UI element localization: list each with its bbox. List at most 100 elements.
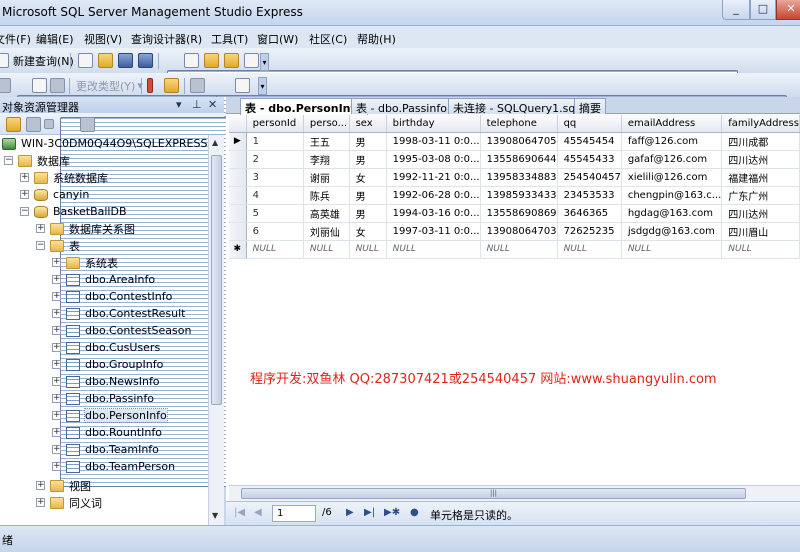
- expand-icon[interactable]: +: [52, 394, 61, 403]
- tree-node-tables[interactable]: − 表: [36, 237, 80, 254]
- pin-icon[interactable]: ⊥: [192, 98, 202, 111]
- table-cell[interactable]: 谢丽: [303, 168, 350, 187]
- show-results-pane-button[interactable]: [50, 77, 65, 94]
- table-cell[interactable]: 李翔: [303, 150, 350, 169]
- null-cell[interactable]: NULL: [721, 240, 800, 259]
- expand-icon[interactable]: +: [52, 343, 61, 352]
- null-cell[interactable]: NULL: [246, 240, 304, 259]
- expand-icon[interactable]: +: [52, 428, 61, 437]
- collapse-icon[interactable]: −: [36, 241, 45, 250]
- tree-node-table[interactable]: + dbo.TeamPerson: [52, 458, 175, 475]
- expand-icon[interactable]: +: [20, 190, 29, 199]
- column-header[interactable]: familyAddress: [721, 115, 800, 133]
- toolbar-overflow-button[interactable]: ▾: [258, 77, 267, 95]
- table-cell[interactable]: chengpin@163.c...: [621, 186, 723, 205]
- tree-node-views[interactable]: + 视图: [36, 477, 91, 494]
- table-cell[interactable]: 72625235: [557, 222, 622, 241]
- null-cell[interactable]: NULL: [386, 240, 481, 259]
- tree-node-table[interactable]: + dbo.GroupInfo: [52, 356, 163, 373]
- row-header[interactable]: [229, 150, 247, 169]
- scroll-down-icon[interactable]: ▼: [212, 511, 218, 520]
- tree-node-db-basketball[interactable]: − BasketBallDB: [20, 203, 127, 220]
- grid-horizontal-scrollbar[interactable]: |||: [229, 485, 800, 501]
- corner-cell[interactable]: [229, 115, 247, 133]
- table-cell[interactable]: 陈兵: [303, 186, 350, 205]
- table-cell[interactable]: 13558690644: [480, 150, 558, 169]
- column-header[interactable]: qq: [557, 115, 622, 133]
- table-cell[interactable]: 男: [349, 150, 387, 169]
- collapse-icon[interactable]: −: [4, 156, 13, 165]
- tree-node-server[interactable]: WIN-3C0DM0Q44O9\SQLEXPRESS (SQ: [2, 135, 208, 152]
- expand-icon[interactable]: +: [52, 309, 61, 318]
- table-cell[interactable]: 254540457: [557, 168, 622, 187]
- show-diagram-pane-button[interactable]: [0, 77, 11, 94]
- table-cell[interactable]: 王五: [303, 132, 350, 151]
- table-row[interactable]: 5 高英雄男 1994-03-16 0:0... 13558690869 3646365…: [229, 204, 800, 223]
- new-record-icon[interactable]: ▶✱: [384, 507, 400, 518]
- tree-node-table[interactable]: + dbo.ContestResult: [52, 305, 186, 322]
- scrollbar-thumb[interactable]: [211, 155, 222, 405]
- table-cell[interactable]: 女: [349, 168, 387, 187]
- table-cell[interactable]: 13908064705: [480, 132, 558, 151]
- tree-node-table[interactable]: + dbo.ContestInfo: [52, 288, 172, 305]
- table-cell[interactable]: 5: [246, 204, 304, 223]
- table-cell[interactable]: jsdgdg@163.com: [621, 222, 723, 241]
- table-cell[interactable]: 男: [349, 132, 387, 151]
- table-cell[interactable]: 男: [349, 204, 387, 223]
- stop-icon[interactable]: ●: [410, 507, 419, 518]
- expand-icon[interactable]: +: [52, 462, 61, 471]
- menu-community[interactable]: 社区(C): [309, 31, 347, 47]
- table-row[interactable]: 3 谢丽女 1992-11-21 0:0... 13958334883 25454045…: [229, 168, 800, 187]
- menu-tools[interactable]: 工具(T): [211, 31, 248, 47]
- table-cell[interactable]: 高英雄: [303, 204, 350, 223]
- table-cell[interactable]: 男: [349, 186, 387, 205]
- new-row[interactable]: ✱ NULL NULL NULL NULL NULL NULL NULL NULL: [229, 240, 800, 259]
- minimize-button[interactable]: _: [722, 0, 750, 20]
- menu-query-designer[interactable]: 查询设计器(R): [131, 31, 202, 47]
- expand-icon[interactable]: +: [52, 360, 61, 369]
- row-header[interactable]: [229, 204, 247, 223]
- dropdown-icon[interactable]: ▾: [176, 98, 182, 111]
- table-cell[interactable]: 四川成都: [721, 132, 800, 151]
- table-cell[interactable]: 四川达州: [721, 204, 800, 223]
- tab-personinfo[interactable]: 表 - dbo.PersonInfo: [240, 98, 368, 115]
- scrollbar-thumb[interactable]: |||: [241, 488, 746, 499]
- tree-node-table[interactable]: + dbo.NewsInfo: [52, 373, 160, 390]
- stop-icon[interactable]: [44, 119, 54, 129]
- close-button[interactable]: ✕: [776, 0, 800, 20]
- column-header[interactable]: perso...: [303, 115, 350, 133]
- previous-record-icon[interactable]: ◀: [254, 507, 262, 518]
- table-cell[interactable]: 1998-03-11 0:0...: [386, 132, 481, 151]
- null-cell[interactable]: NULL: [303, 240, 350, 259]
- row-header[interactable]: ▶: [229, 132, 247, 151]
- next-record-icon[interactable]: ▶: [346, 507, 354, 518]
- table-cell[interactable]: 1: [246, 132, 304, 151]
- new-row-marker[interactable]: ✱: [229, 240, 247, 259]
- disconnect-icon[interactable]: [26, 117, 41, 132]
- summary-button[interactable]: [244, 52, 259, 69]
- save-button[interactable]: [118, 52, 133, 69]
- table-cell[interactable]: 1997-03-11 0:0...: [386, 222, 481, 241]
- table-cell[interactable]: 45545433: [557, 150, 622, 169]
- table-cell[interactable]: 2: [246, 150, 304, 169]
- tree-node-diagrams[interactable]: + 数据库关系图: [36, 220, 135, 237]
- null-cell[interactable]: NULL: [480, 240, 558, 259]
- show-sql-pane-button[interactable]: [32, 77, 47, 94]
- tree-node-table[interactable]: + dbo.RountInfo: [52, 424, 162, 441]
- tree-node-system-tables[interactable]: + 系统表: [52, 254, 118, 271]
- tab-sqlquery1[interactable]: 未连接 - SQLQuery1.sql*: [448, 98, 589, 115]
- tree-node-synonyms[interactable]: + 同义词: [36, 494, 102, 511]
- table-cell[interactable]: 23453533: [557, 186, 622, 205]
- toolbar-overflow-button[interactable]: ▾: [260, 53, 269, 71]
- add-derived-table-button[interactable]: [235, 77, 250, 94]
- tree-node-table[interactable]: + dbo.CusUsers: [52, 339, 160, 356]
- tree-node-db-canyin[interactable]: + canyin: [20, 186, 89, 203]
- template-explorer-button[interactable]: [204, 52, 219, 69]
- object-explorer-button[interactable]: [184, 52, 199, 69]
- table-cell[interactable]: 13958334883: [480, 168, 558, 187]
- collapse-icon[interactable]: −: [20, 207, 29, 216]
- tree-node-system-databases[interactable]: + 系统数据库: [20, 169, 108, 186]
- filter-icon[interactable]: [80, 117, 95, 132]
- row-header[interactable]: [229, 186, 247, 205]
- expand-icon[interactable]: +: [52, 445, 61, 454]
